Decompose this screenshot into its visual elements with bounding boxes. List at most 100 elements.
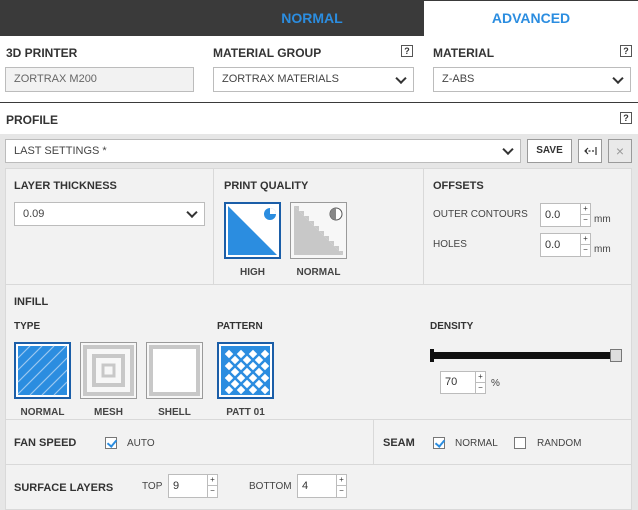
fan-speed-label: FAN SPEED <box>14 437 77 449</box>
density-stepper[interactable]: 70 + − <box>440 371 486 394</box>
divider <box>213 169 214 284</box>
profile-value: LAST SETTINGS * <box>14 145 107 157</box>
density-value: 70 <box>445 376 458 388</box>
surface-bottom-label: BOTTOM <box>249 481 292 492</box>
stepper-down-icon[interactable]: − <box>337 486 346 497</box>
fan-auto-label: AUTO <box>127 438 155 449</box>
layer-thickness-select[interactable]: 0.09 <box>14 202 205 226</box>
infill-mesh-icon <box>83 345 134 396</box>
holes-value: 0.0 <box>545 239 561 251</box>
chevron-down-icon <box>612 72 624 84</box>
print-quality-label: PRINT QUALITY <box>224 180 309 192</box>
infill-shell-option[interactable] <box>146 342 203 399</box>
stepper-down-icon[interactable]: − <box>581 215 590 226</box>
infill-normal-option[interactable] <box>14 342 71 399</box>
save-button[interactable]: SAVE <box>527 139 572 163</box>
quality-normal-icon <box>294 206 343 255</box>
divider <box>373 420 374 464</box>
printer-value: ZORTRAX M200 <box>14 73 97 85</box>
material-label: MATERIAL <box>433 46 495 60</box>
stepper-up-icon[interactable]: + <box>208 475 217 486</box>
infill-shell-label: SHELL <box>158 407 191 418</box>
surface-bottom-stepper[interactable]: 4 + − <box>297 474 347 498</box>
infill-pattern-label: PATTERN <box>217 321 263 332</box>
stepper-arrows[interactable]: + − <box>475 372 485 393</box>
holes-unit: mm <box>594 244 611 255</box>
seam-random-checkbox[interactable] <box>514 437 526 449</box>
density-slider-track[interactable] <box>430 352 622 359</box>
printer-label: 3D PRINTER <box>6 46 78 60</box>
infill-mesh-label: MESH <box>94 407 123 418</box>
quality-high-icon <box>228 206 277 255</box>
outer-contours-value: 0.0 <box>545 209 561 221</box>
density-slider-thumb[interactable] <box>610 349 622 362</box>
density-unit: % <box>491 378 500 389</box>
chevron-down-icon <box>186 206 198 219</box>
printer-field: ZORTRAX M200 <box>5 67 194 92</box>
infill-pattern-option[interactable] <box>217 342 274 399</box>
divider <box>6 419 631 420</box>
infill-density-label: DENSITY <box>430 321 474 332</box>
divider <box>6 464 631 465</box>
outer-contours-stepper[interactable]: 0.0 + − <box>540 203 591 227</box>
surface-top-stepper[interactable]: 9 + − <box>168 474 218 498</box>
delete-button[interactable]: × <box>608 139 632 163</box>
chevron-down-icon <box>502 143 514 156</box>
seam-random-label: RANDOM <box>537 438 582 449</box>
seam-normal-checkbox[interactable] <box>433 437 445 449</box>
infill-type-label: TYPE <box>14 321 41 332</box>
stepper-up-icon[interactable]: + <box>581 204 590 215</box>
seam-label: SEAM <box>383 437 415 449</box>
profile-label: PROFILE <box>6 113 59 127</box>
surface-bottom-value: 4 <box>302 480 309 492</box>
stepper-up-icon[interactable]: + <box>476 372 485 383</box>
tab-advanced[interactable]: ADVANCED <box>424 1 638 36</box>
infill-mesh-option[interactable] <box>80 342 137 399</box>
material-group-value: ZORTRAX MATERIALS <box>222 73 339 85</box>
stepper-down-icon[interactable]: − <box>581 245 590 256</box>
surface-layers-label: SURFACE LAYERS <box>14 482 114 494</box>
stepper-up-icon[interactable]: + <box>337 475 346 486</box>
material-value: Z-ABS <box>442 73 475 85</box>
quality-high-label: HIGH <box>240 267 265 278</box>
outer-contours-unit: mm <box>594 214 611 225</box>
stepper-up-icon[interactable]: + <box>581 234 590 245</box>
holes-label: HOLES <box>433 239 467 250</box>
infill-normal-icon <box>17 345 68 396</box>
profile-help-icon[interactable]: ? <box>620 112 632 124</box>
divider <box>0 102 638 103</box>
infill-normal-label: NORMAL <box>20 407 65 418</box>
density-slider-start-cap <box>430 349 434 362</box>
material-select[interactable]: Z-ABS <box>433 67 631 92</box>
export-button[interactable] <box>578 139 602 163</box>
profile-select[interactable]: LAST SETTINGS * <box>5 139 521 163</box>
divider <box>423 169 424 284</box>
infill-label: INFILL <box>14 296 49 308</box>
material-group-select[interactable]: ZORTRAX MATERIALS <box>213 67 414 92</box>
divider <box>6 284 631 285</box>
stepper-arrows[interactable]: + − <box>207 475 217 497</box>
tab-normal[interactable]: NORMAL <box>0 0 424 36</box>
material-group-help-icon[interactable]: ? <box>401 45 413 57</box>
stepper-down-icon[interactable]: − <box>208 486 217 497</box>
chevron-down-icon <box>395 72 407 84</box>
layer-thickness-label: LAYER THICKNESS <box>14 180 117 192</box>
surface-top-value: 9 <box>173 480 180 492</box>
holes-stepper[interactable]: 0.0 + − <box>540 233 591 257</box>
stepper-down-icon[interactable]: − <box>476 383 485 394</box>
seam-normal-label: NORMAL <box>455 438 498 449</box>
fan-auto-checkbox[interactable] <box>105 437 117 449</box>
quality-normal-label: NORMAL <box>296 267 341 278</box>
stepper-arrows[interactable]: + − <box>336 475 346 497</box>
quality-normal-option[interactable] <box>290 202 347 259</box>
layer-thickness-value: 0.09 <box>23 208 45 220</box>
quality-high-option[interactable] <box>224 202 281 259</box>
infill-pattern-name: PATT 01 <box>226 407 265 418</box>
material-help-icon[interactable]: ? <box>620 45 632 57</box>
export-icon <box>584 147 597 155</box>
stepper-arrows[interactable]: + − <box>580 234 590 256</box>
stepper-arrows[interactable]: + − <box>580 204 590 226</box>
surface-top-label: TOP <box>142 481 163 492</box>
pattern-icon <box>221 346 270 395</box>
outer-contours-label: OUTER CONTOURS <box>433 209 528 220</box>
